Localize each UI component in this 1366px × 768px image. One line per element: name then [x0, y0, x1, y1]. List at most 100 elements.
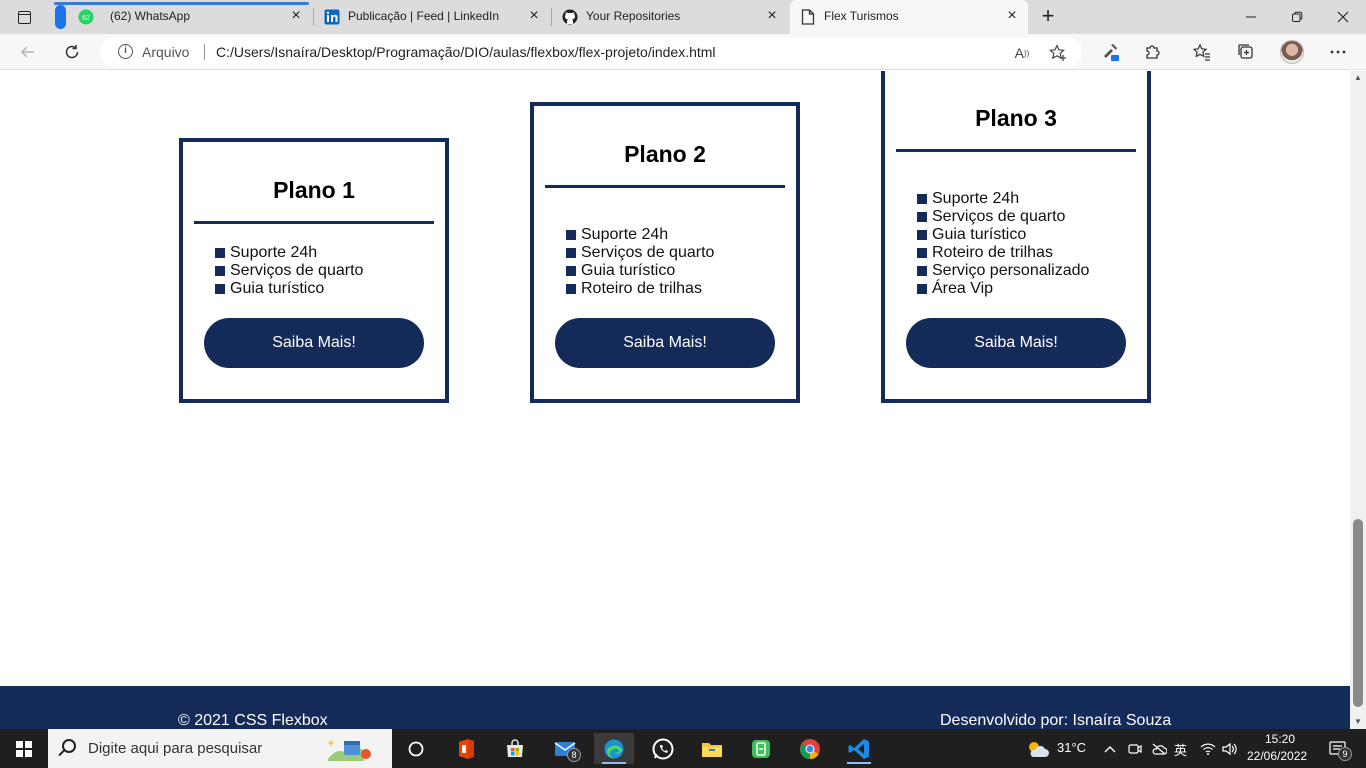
minimize-icon — [1246, 16, 1256, 18]
file-explorer-icon[interactable] — [692, 733, 732, 764]
plan-feature-list: Suporte 24h Serviços de quarto Guia turí… — [566, 226, 714, 298]
list-item: Suporte 24h — [215, 244, 363, 262]
list-item: Serviços de quarto — [215, 262, 363, 280]
list-item: Área Vip — [917, 280, 1089, 298]
whatsapp-badge: 62 — [82, 15, 90, 22]
plan-title: Plano 1 — [273, 177, 355, 203]
plan-title: Plano 3 — [975, 105, 1057, 131]
info-icon[interactable]: i — [118, 44, 133, 59]
plan-divider — [194, 221, 434, 224]
clock-date[interactable]: 22/06/2022 — [1247, 749, 1307, 763]
list-item: Roteiro de trilhas — [917, 244, 1089, 262]
saiba-mais-button[interactable]: Saiba Mais! — [906, 318, 1126, 368]
refresh-button[interactable] — [58, 39, 86, 65]
plan-divider — [545, 185, 785, 188]
wifi-icon[interactable] — [1197, 733, 1219, 764]
edge-browser-icon[interactable] — [594, 733, 634, 764]
collections-icon[interactable] — [1232, 38, 1260, 66]
feature-text: Guia turístico — [932, 226, 1027, 243]
chrome-icon[interactable] — [790, 733, 830, 764]
back-button[interactable] — [14, 39, 42, 65]
close-window-button[interactable] — [1320, 0, 1366, 34]
search-icon — [62, 739, 76, 753]
list-item: Roteiro de trilhas — [566, 280, 714, 298]
whatsapp-taskbar-icon[interactable] — [643, 733, 683, 764]
square-bullet-icon — [215, 284, 225, 294]
feature-text: Serviços de quarto — [581, 244, 715, 261]
list-item: Guia turístico — [566, 262, 714, 280]
task-view-icon[interactable] — [396, 733, 436, 764]
tab-github[interactable]: Your Repositories × — [552, 0, 788, 34]
extension-dev-icon[interactable] — [1096, 38, 1124, 66]
url-box[interactable]: i Arquivo C:/Users/Isnaíra/Desktop/Progr… — [100, 37, 1082, 67]
plan-feature-list: Suporte 24h Serviços de quarto Guia turí… — [215, 244, 363, 298]
office-icon[interactable] — [446, 733, 486, 764]
mail-icon[interactable]: 8 — [545, 733, 585, 764]
square-bullet-icon — [215, 266, 225, 276]
read-aloud-icon[interactable]: A)) — [1011, 42, 1033, 64]
tab-linkedin[interactable]: Publicação | Feed | LinkedIn × — [314, 0, 550, 34]
page-footer: © 2021 CSS Flexbox Desenvolvido por: Isn… — [0, 686, 1350, 729]
clock-time[interactable]: 15:20 — [1265, 732, 1295, 746]
scroll-thumb[interactable] — [1353, 519, 1363, 707]
list-item: Serviço personalizado — [917, 262, 1089, 280]
tab-actions-icon — [17, 10, 31, 24]
tab-actions-button[interactable] — [8, 6, 40, 28]
feature-text: Guia turístico — [581, 262, 676, 279]
volume-icon[interactable] — [1219, 733, 1241, 764]
saiba-mais-button[interactable]: Saiba Mais! — [204, 318, 424, 368]
more-menu-icon[interactable] — [1324, 38, 1352, 66]
feature-text: Serviços de quarto — [932, 208, 1066, 225]
start-button[interactable] — [0, 729, 48, 768]
close-tab-icon[interactable]: × — [288, 8, 304, 24]
vscode-icon[interactable] — [839, 733, 879, 764]
square-bullet-icon — [566, 284, 576, 294]
plan-card-3: Plano 3 Suporte 24h Serviços de quarto G… — [881, 71, 1151, 403]
linkedin-icon — [324, 9, 340, 25]
feature-text: Suporte 24h — [230, 244, 318, 261]
phone-link-icon[interactable] — [741, 733, 781, 764]
scroll-up-arrow-icon[interactable]: ▲ — [1350, 71, 1366, 85]
tab-title: Flex Turismos — [824, 9, 899, 23]
new-tab-button[interactable]: + — [1036, 5, 1060, 29]
url-text[interactable]: C:/Users/Isnaíra/Desktop/Programação/DIO… — [216, 44, 716, 60]
tab-flex-turismos[interactable]: Flex Turismos × — [790, 0, 1028, 34]
feature-text: Roteiro de trilhas — [581, 280, 702, 297]
windows-taskbar: Digite aqui para pesquisar 8 31°C 英 15:2… — [0, 729, 1366, 768]
read-aloud-glyph: A — [1014, 45, 1024, 61]
cloud-offline-icon[interactable] — [1148, 733, 1170, 764]
scroll-down-arrow-icon[interactable]: ▼ — [1350, 715, 1366, 729]
vertical-scrollbar[interactable]: ▲ ▼ — [1350, 71, 1366, 729]
close-tab-icon[interactable]: × — [526, 8, 542, 24]
feature-text: Serviço personalizado — [932, 262, 1090, 279]
feature-text: Guia turístico — [230, 280, 325, 297]
close-tab-icon[interactable]: × — [764, 8, 780, 24]
meet-now-icon[interactable] — [1124, 733, 1146, 764]
taskbar-search-box[interactable]: Digite aqui para pesquisar — [48, 729, 392, 768]
tab-group-pill — [55, 5, 66, 29]
extensions-puzzle-icon[interactable] — [1139, 38, 1167, 66]
input-language-indicator[interactable]: 英 — [1174, 740, 1187, 759]
favorites-icon[interactable] — [1188, 38, 1216, 66]
square-bullet-icon — [917, 194, 927, 204]
saiba-mais-button[interactable]: Saiba Mais! — [555, 318, 775, 368]
microsoft-store-icon[interactable] — [495, 733, 535, 764]
weather-temperature[interactable]: 31°C — [1057, 740, 1086, 755]
list-item: Guia turístico — [917, 226, 1089, 244]
mail-badge: 8 — [567, 748, 581, 762]
feature-text: Suporte 24h — [581, 226, 669, 243]
tab-bar: 62 (62) WhatsApp × Publicação | Feed | L… — [0, 0, 1366, 34]
tab-whatsapp[interactable]: 62 (62) WhatsApp × — [48, 0, 312, 34]
favorite-star-icon[interactable] — [1047, 42, 1069, 64]
restore-button[interactable] — [1274, 0, 1320, 34]
square-bullet-icon — [917, 230, 927, 240]
weather-icon[interactable] — [1022, 733, 1052, 764]
profile-avatar[interactable] — [1280, 40, 1304, 64]
tab-title: Your Repositories — [586, 9, 681, 23]
close-icon — [1337, 11, 1349, 23]
chevron-up-icon[interactable] — [1098, 733, 1122, 764]
notifications-icon[interactable]: 9 — [1318, 733, 1358, 764]
close-tab-icon[interactable]: × — [1004, 8, 1020, 24]
minimize-button[interactable] — [1228, 0, 1274, 34]
url-divider — [204, 44, 205, 60]
